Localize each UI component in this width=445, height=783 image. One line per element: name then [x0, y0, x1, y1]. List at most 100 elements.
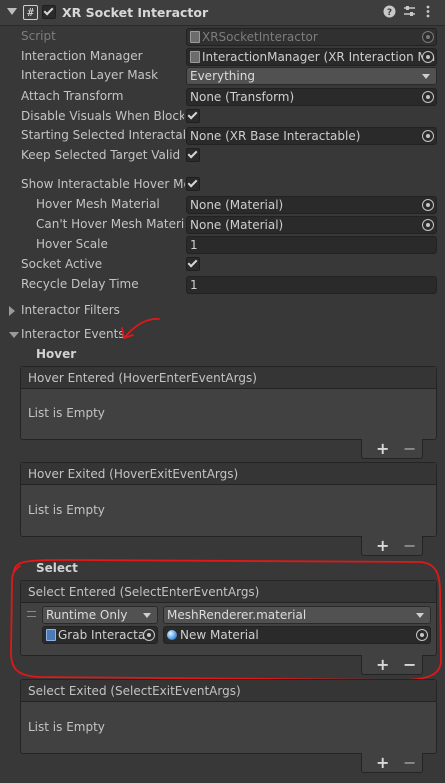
property-label: Interaction Manager: [21, 49, 143, 63]
cant-hover-mesh-material-field[interactable]: None (Material): [186, 216, 437, 234]
property-label: Hover Mesh Material: [36, 197, 160, 211]
script-field: XRSocketInteractor: [186, 28, 437, 46]
select-exited-event: Select Exited (SelectExitEventArgs) List…: [20, 679, 437, 754]
field-value: None (Material): [190, 218, 284, 232]
keep-selected-checkbox[interactable]: [186, 148, 200, 162]
socket-active-checkbox[interactable]: [186, 257, 200, 271]
target-object-field[interactable]: Grab Interactal: [42, 626, 158, 644]
hover-exited-event: Hover Exited (HoverExitEventArgs) List i…: [20, 462, 437, 537]
property-cant-hover-mesh-material: Can't Hover Mesh Material None (Material…: [0, 215, 445, 235]
add-listener-button[interactable]: +: [376, 439, 389, 458]
event-header: Select Entered (SelectEnterEventArgs): [21, 581, 436, 603]
property-label: Attach Transform: [21, 89, 124, 103]
remove-listener-button[interactable]: −: [403, 536, 416, 555]
field-value: InteractionManager (XR Interaction Ma: [202, 50, 436, 64]
field-value: None (Transform): [190, 90, 295, 104]
property-interaction-manager: Interaction Manager InteractionManager (…: [0, 47, 445, 67]
add-listener-button[interactable]: +: [376, 753, 389, 772]
field-value: Runtime Only: [46, 608, 128, 622]
add-listener-button[interactable]: +: [376, 536, 389, 555]
object-picker-icon[interactable]: [422, 199, 434, 211]
check-icon: [187, 109, 198, 120]
chevron-down-icon: [9, 332, 19, 338]
property-hover-mesh-material: Hover Mesh Material None (Material): [0, 195, 445, 215]
show-hover-meshes-checkbox[interactable]: [186, 177, 200, 191]
object-picker-icon[interactable]: [143, 629, 155, 641]
section-label: Interactor Events: [21, 327, 125, 341]
property-label: Can't Hover Mesh Material: [36, 217, 184, 231]
layer-mask-dropdown[interactable]: Everything: [186, 67, 437, 85]
starting-selected-field[interactable]: None (XR Base Interactable): [186, 127, 437, 145]
field-value: XRSocketInteractor: [202, 30, 318, 44]
object-picker-icon[interactable]: [422, 130, 434, 142]
disable-visuals-checkbox[interactable]: [186, 109, 200, 123]
object-picker-icon[interactable]: [416, 629, 428, 641]
hover-exited-footer: + −: [361, 536, 423, 556]
component-enabled-checkbox[interactable]: [42, 5, 56, 19]
chevron-down-icon: [416, 613, 424, 618]
interactor-events-foldout[interactable]: Interactor Events: [0, 325, 445, 345]
property-interaction-layer-mask: Interaction Layer Mask Everything: [0, 66, 445, 86]
property-attach-transform: Attach Transform None (Transform): [0, 87, 445, 107]
remove-listener-button[interactable]: −: [403, 655, 416, 674]
hover-header: Hover: [36, 347, 77, 361]
property-script: Script XRSocketInteractor: [0, 27, 445, 47]
presets-icon[interactable]: [403, 5, 416, 22]
property-label: Show Interactable Hover Meshes: [21, 177, 185, 191]
property-keep-selected: Keep Selected Target Valid: [0, 146, 445, 166]
event-title: Hover Exited (HoverExitEventArgs): [28, 467, 239, 481]
object-picker-icon[interactable]: [422, 219, 434, 231]
attach-transform-field[interactable]: None (Transform): [186, 88, 437, 106]
property-label: Keep Selected Target Valid: [21, 148, 181, 162]
material-sphere-icon: [167, 630, 177, 640]
select-exited-footer: + −: [361, 753, 423, 773]
recycle-delay-input[interactable]: 1: [186, 276, 437, 294]
runtime-mode-dropdown[interactable]: Runtime Only: [42, 606, 158, 624]
hover-scale-input[interactable]: 1: [186, 236, 437, 254]
chevron-down-icon: [143, 613, 151, 618]
object-picker-icon[interactable]: [422, 91, 434, 103]
help-icon[interactable]: ?: [383, 5, 396, 22]
check-icon: [187, 148, 198, 159]
select-entered-event: Select Entered (SelectEnterEventArgs) Ru…: [20, 580, 437, 656]
svg-text:?: ?: [387, 8, 392, 18]
empty-list-label: List is Empty: [28, 503, 105, 517]
component-foldout-icon[interactable]: [7, 8, 17, 15]
hover-mesh-material-field[interactable]: None (Material): [186, 196, 437, 214]
property-hover-scale: Hover Scale 1: [0, 235, 445, 255]
property-socket-active: Socket Active: [0, 255, 445, 275]
event-header: Hover Entered (HoverEnterEventArgs): [21, 367, 436, 389]
remove-listener-button[interactable]: −: [403, 753, 416, 772]
script-icon: [190, 31, 200, 43]
function-dropdown[interactable]: MeshRenderer.material: [163, 606, 431, 624]
property-label: Socket Active: [21, 257, 103, 271]
check-icon: [187, 177, 198, 188]
kebab-menu-icon[interactable]: [426, 5, 430, 22]
property-label: Interaction Layer Mask: [21, 68, 159, 82]
select-entered-footer: + −: [361, 655, 423, 675]
argument-field[interactable]: New Material: [163, 626, 431, 644]
remove-listener-button[interactable]: −: [403, 439, 416, 458]
empty-list-label: List is Empty: [28, 720, 105, 734]
object-picker-icon: [422, 31, 434, 43]
chevron-right-icon: [9, 306, 15, 316]
property-label: Starting Selected Interactable: [21, 128, 185, 142]
add-listener-button[interactable]: +: [376, 655, 389, 674]
property-starting-selected: Starting Selected Interactable None (XR …: [0, 126, 445, 146]
property-label: Recycle Delay Time: [21, 277, 139, 291]
event-header: Select Exited (SelectExitEventArgs): [21, 680, 436, 702]
field-value: Grab Interactal: [58, 628, 149, 642]
field-value: MeshRenderer.material: [167, 608, 307, 622]
field-value: None (XR Base Interactable): [190, 129, 361, 143]
event-header: Hover Exited (HoverExitEventArgs): [21, 463, 436, 485]
interaction-manager-field[interactable]: InteractionManager (XR Interaction Ma: [186, 48, 437, 66]
event-title: Select Entered (SelectEnterEventArgs): [28, 585, 260, 599]
grab-interactable-icon: [46, 629, 56, 641]
object-picker-icon[interactable]: [422, 51, 434, 63]
property-disable-visuals: Disable Visuals When Blocked: [0, 107, 445, 127]
interactor-filters-foldout[interactable]: Interactor Filters: [0, 301, 445, 321]
hover-entered-footer: + −: [361, 439, 423, 459]
drag-handle-icon[interactable]: [27, 611, 36, 617]
component-title: XR Socket Interactor: [62, 5, 209, 20]
section-label: Interactor Filters: [21, 303, 120, 317]
